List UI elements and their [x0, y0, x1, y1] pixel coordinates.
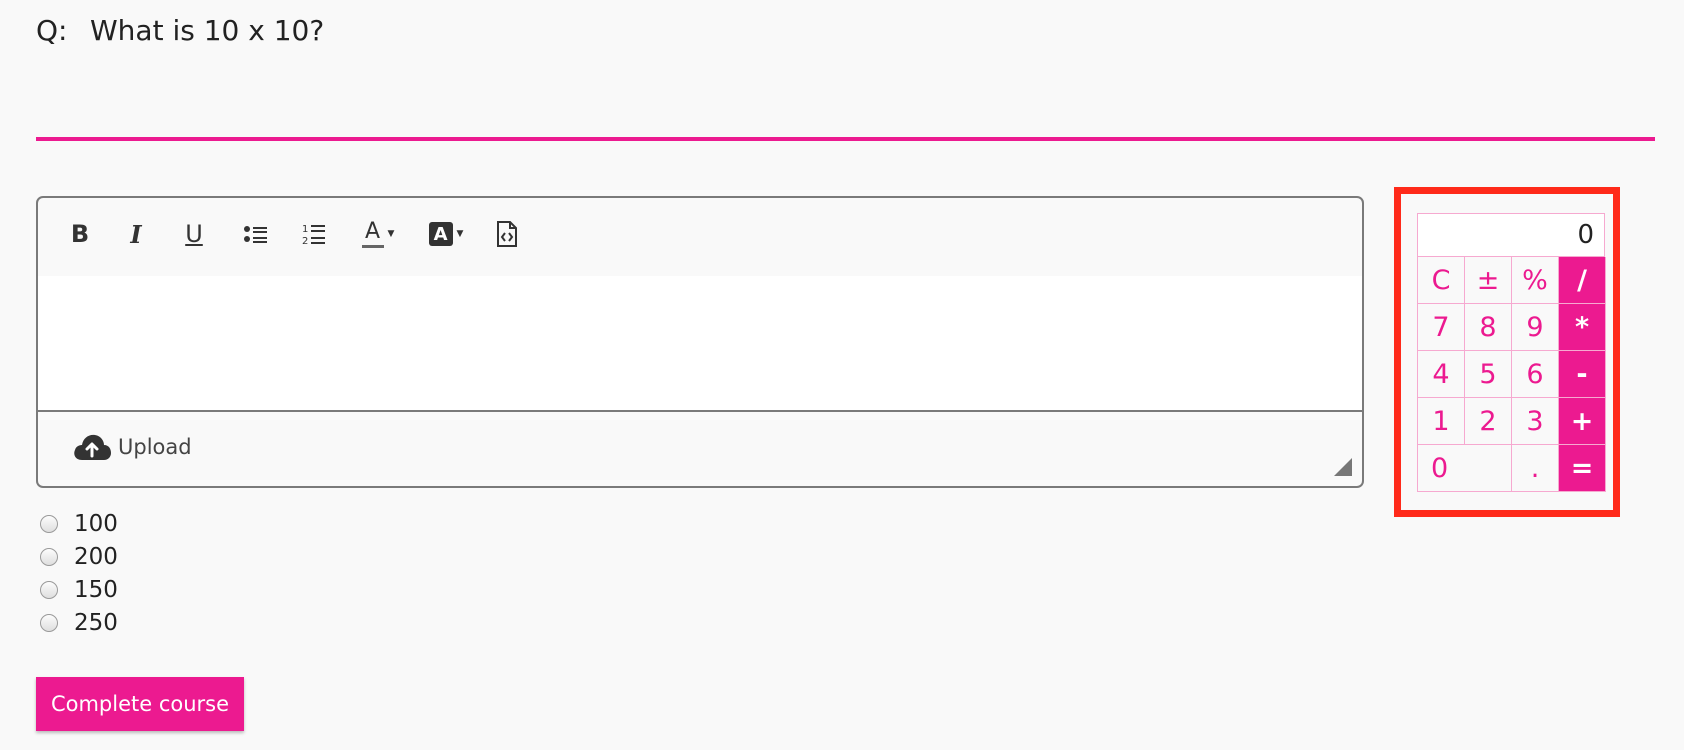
svg-text:2: 2: [302, 236, 308, 246]
bold-icon: B: [70, 220, 90, 248]
option-label: 150: [74, 576, 118, 603]
rich-text-editor: B I U 1 2 A ▼ A ▼ Upload: [36, 196, 1364, 488]
answer-option[interactable]: 150: [40, 573, 118, 606]
bold-button[interactable]: B: [68, 214, 92, 254]
clear-key[interactable]: C: [1418, 257, 1465, 304]
answer-option[interactable]: 250: [40, 606, 118, 639]
question-text: What is 10 x 10?: [90, 14, 325, 47]
digit-2-key[interactable]: 2: [1465, 398, 1512, 445]
option-label: 250: [74, 609, 118, 636]
option-label: 100: [74, 510, 118, 537]
subtract-key[interactable]: -: [1559, 351, 1606, 398]
question-prefix: Q:: [36, 14, 68, 47]
cloud-upload-icon: [74, 434, 111, 460]
digit-7-key[interactable]: 7: [1418, 304, 1465, 351]
calculator-keypad: C ±%/ 7 8 9 * 4 5 6- 1 2 3 +0. =: [1417, 257, 1606, 492]
multiply-key[interactable]: *: [1559, 304, 1606, 351]
calculator: 0 C ±%/ 7 8 9 * 4 5 6- 1 2 3 +0. =: [1417, 213, 1606, 492]
underline-button[interactable]: U: [181, 214, 207, 254]
answer-option[interactable]: 100: [40, 507, 118, 540]
numbered-list-icon: 1 2: [302, 224, 325, 246]
font-color-button[interactable]: A ▼: [356, 214, 400, 254]
plus-minus-key[interactable]: ±: [1465, 257, 1512, 304]
highlight-color-button[interactable]: A ▼: [424, 214, 468, 254]
font-color-icon: A: [361, 220, 384, 248]
chevron-down-icon: ▼: [456, 229, 464, 239]
equals-key[interactable]: =: [1559, 445, 1606, 492]
upload-label: Upload: [118, 435, 192, 459]
radio-button[interactable]: [40, 613, 58, 632]
question-heading: Q: What is 10 x 10?: [36, 14, 324, 47]
radio-button[interactable]: [40, 547, 58, 566]
radio-button[interactable]: [40, 514, 58, 533]
editor-text-area[interactable]: [38, 276, 1362, 412]
divide-key[interactable]: /: [1559, 257, 1606, 304]
numbered-list-button[interactable]: 1 2: [300, 214, 328, 254]
calculator-highlight-frame: 0 C ±%/ 7 8 9 * 4 5 6- 1 2 3 +0. =: [1394, 187, 1620, 517]
digit-9-key[interactable]: 9: [1512, 304, 1559, 351]
underline-icon: U: [185, 220, 203, 248]
digit-4-key[interactable]: 4: [1418, 351, 1465, 398]
editor-footer: Upload: [38, 412, 1362, 486]
highlight-icon: A: [428, 222, 453, 246]
answer-options: 100 200 150 250: [40, 507, 118, 639]
digit-0-key[interactable]: 0: [1418, 445, 1512, 492]
bullet-list-button[interactable]: [242, 214, 270, 254]
svg-text:1: 1: [302, 224, 308, 235]
editor-toolbar: B I U 1 2 A ▼ A ▼: [38, 198, 1362, 278]
digit-1-key[interactable]: 1: [1418, 398, 1465, 445]
question-divider: [36, 137, 1655, 141]
italic-icon: I: [130, 219, 142, 249]
upload-button[interactable]: Upload: [72, 432, 192, 462]
digit-5-key[interactable]: 5: [1465, 351, 1512, 398]
add-key[interactable]: +: [1559, 398, 1606, 445]
italic-button[interactable]: I: [124, 214, 148, 254]
complete-course-button[interactable]: Complete course: [36, 677, 244, 731]
resize-handle[interactable]: [1334, 458, 1352, 476]
answer-option[interactable]: 200: [40, 540, 118, 573]
digit-3-key[interactable]: 3: [1512, 398, 1559, 445]
digit-8-key[interactable]: 8: [1465, 304, 1512, 351]
source-code-icon: [497, 221, 517, 247]
bullet-list-icon: [244, 226, 267, 243]
digit-6-key[interactable]: 6: [1512, 351, 1559, 398]
calculator-display: 0: [1417, 213, 1605, 257]
source-code-button[interactable]: [494, 214, 520, 254]
radio-button[interactable]: [40, 580, 58, 599]
chevron-down-icon: ▼: [387, 229, 395, 239]
percent-key[interactable]: %: [1512, 257, 1559, 304]
decimal-key[interactable]: .: [1512, 445, 1559, 492]
option-label: 200: [74, 543, 118, 570]
